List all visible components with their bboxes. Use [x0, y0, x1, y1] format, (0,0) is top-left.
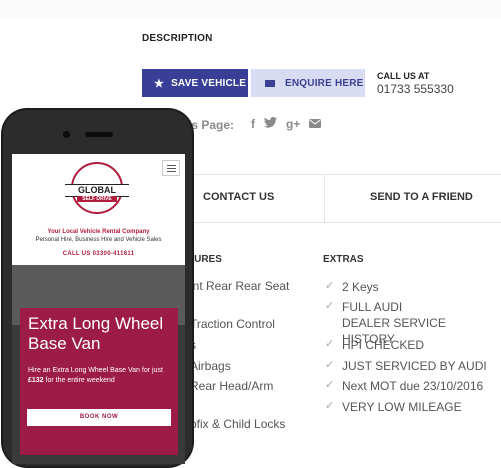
check-icon: ✓ — [325, 379, 335, 391]
call-us-block: CALL US AT 01733 555330 — [377, 71, 454, 96]
check-icon: ✓ — [325, 359, 335, 371]
feature-item: Airbags — [190, 359, 231, 373]
phone-call-line[interactable]: CALL US 03300-411611 — [12, 251, 185, 257]
email-icon[interactable] — [309, 117, 322, 131]
tabs-top-divider — [184, 174, 501, 175]
enquire-here-button[interactable]: ENQUIRE HERE — [251, 69, 365, 97]
hamburger-menu-icon[interactable] — [162, 160, 180, 176]
call-us-number[interactable]: 01733 555330 — [377, 82, 454, 96]
send-to-friend-tab[interactable]: SEND TO A FRIEND — [370, 191, 473, 203]
extra-item: ✓ JUST SERVICED BY AUDI — [325, 358, 487, 374]
envelope-icon — [265, 79, 275, 87]
extra-item-label: JUST SERVICED BY AUDI — [342, 359, 487, 373]
contact-us-tab[interactable]: CONTACT US — [203, 191, 274, 203]
feature-item: Traction Control — [190, 317, 275, 331]
extra-item: ✓ HPI CHECKED — [325, 337, 424, 353]
twitter-icon[interactable] — [264, 116, 277, 131]
extra-item: ✓ 2 Keys — [325, 279, 379, 295]
save-vehicle-button[interactable]: ★ SAVE VEHICLE — [142, 69, 248, 97]
share-icons: f g+ — [251, 116, 322, 131]
company-subtagline: Personal Hire, Business Hire and Vehicle… — [35, 237, 162, 243]
enquire-here-label: ENQUIRE HERE — [285, 77, 364, 89]
phone-mockup: GLOBAL SELF DRIVE Your Local Vehicle Ren… — [1, 108, 194, 468]
extra-item-label: HPI CHECKED — [342, 338, 425, 352]
check-icon: ✓ — [325, 280, 335, 292]
book-now-button[interactable]: BOOK NOW — [27, 409, 171, 426]
promo-card: Extra Long Wheel Base Van Hire an Extra … — [20, 308, 178, 455]
extra-item-label: VERY LOW MILEAGE — [342, 400, 462, 414]
tabs-bottom-divider — [184, 222, 501, 223]
extra-item-label: Next MOT due 23/10/2016 — [342, 379, 484, 393]
check-icon: ✓ — [325, 400, 335, 412]
promo-text: Hire an Extra Long Wheel Base Van for ju… — [28, 366, 174, 386]
phone-screen: GLOBAL SELF DRIVE Your Local Vehicle Ren… — [12, 154, 185, 464]
share-label: is Page: — [188, 118, 235, 132]
company-tagline: Your Local Vehicle Rental Company — [47, 229, 150, 235]
extra-item: ✓ VERY LOW MILEAGE — [325, 399, 462, 415]
feature-item: int Rear Rear Seat — [190, 279, 290, 293]
phone-speaker — [85, 132, 113, 137]
feature-item: ofix & Child Locks — [190, 417, 286, 431]
call-us-label: CALL US AT — [377, 71, 430, 81]
extra-item: ✓ Next MOT due 23/10/2016 — [325, 378, 483, 394]
hero-banner: Extra Long Wheel Base Van Hire an Extra … — [12, 265, 185, 464]
google-plus-icon[interactable]: g+ — [286, 117, 300, 131]
global-self-drive-logo: GLOBAL SELF DRIVE — [65, 162, 129, 218]
promo-price: £132 — [28, 377, 44, 384]
page-background-strip — [0, 0, 501, 18]
promo-text-b: for the entire weekend — [43, 377, 115, 384]
extra-item-label: 2 Keys — [342, 280, 379, 294]
phone-camera — [63, 131, 70, 138]
promo-title: Extra Long Wheel Base Van — [28, 314, 164, 353]
star-icon: ★ — [154, 77, 165, 90]
logo-subtext: SELF DRIVE — [77, 196, 117, 202]
facebook-icon[interactable]: f — [251, 117, 255, 131]
description-heading: DESCRIPTION — [142, 33, 213, 44]
promo-text-a: Hire an Extra Long Wheel Base Van for ju… — [28, 367, 163, 374]
check-icon: ✓ — [325, 338, 335, 350]
save-vehicle-label: SAVE VEHICLE — [171, 77, 247, 89]
feature-item: Rear Head/Arm — [190, 379, 274, 393]
extras-heading: EXTRAS — [323, 254, 364, 265]
tabs-separator — [324, 174, 325, 222]
